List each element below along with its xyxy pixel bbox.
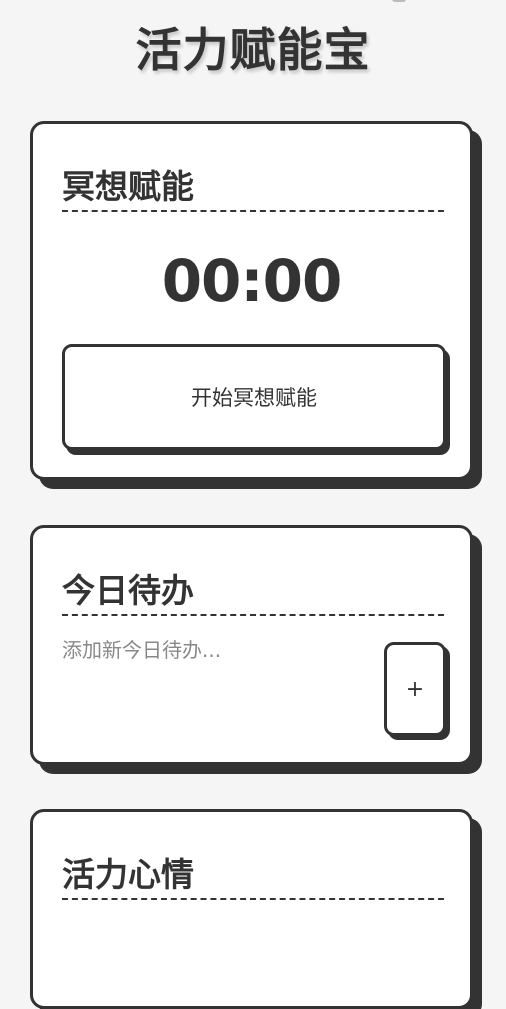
add-todo-button[interactable]: +	[384, 642, 446, 736]
meditation-divider	[62, 210, 444, 212]
mood-card-title: 活力心情	[62, 855, 194, 894]
todo-card-title: 今日待办	[62, 571, 194, 610]
meditation-card-title: 冥想赋能	[62, 167, 194, 206]
start-meditation-button[interactable]: 开始冥想赋能	[62, 344, 446, 450]
todo-divider	[62, 614, 444, 616]
app-title: 活力赋能宝	[135, 23, 371, 77]
new-todo-input[interactable]	[62, 638, 362, 662]
meditation-card: 冥想赋能 00:00 开始冥想赋能	[30, 121, 473, 480]
status-bar-indicator	[392, 0, 406, 2]
todo-card: 今日待办 +	[30, 525, 473, 765]
meditation-timer: 00:00	[161, 247, 343, 315]
mood-card: 活力心情	[30, 809, 473, 1009]
